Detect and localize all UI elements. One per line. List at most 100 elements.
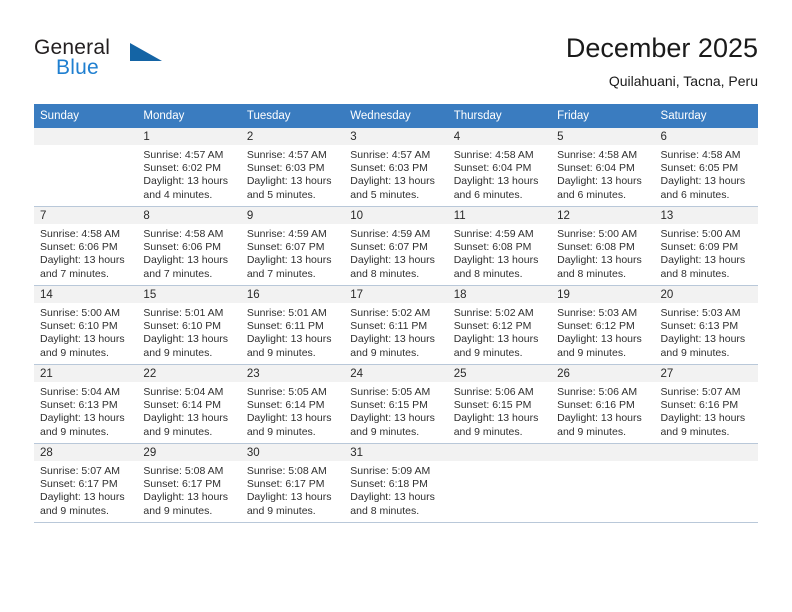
day-cell[interactable]: 1 Sunrise: 4:57 AM Sunset: 6:02 PM Dayli… — [137, 128, 241, 207]
day-number — [447, 444, 552, 461]
day-cell[interactable]: 31 Sunrise: 5:09 AM Sunset: 6:18 PM Dayl… — [344, 443, 448, 523]
day-number: 18 — [447, 286, 552, 303]
sunrise-text: Sunrise: 5:00 AM — [660, 228, 741, 240]
daylight-text-line1: Daylight: 13 hours — [246, 333, 332, 346]
daylight-text-line2: and 6 minutes. — [453, 188, 523, 201]
sunrise-text: Sunrise: 4:58 AM — [40, 228, 120, 240]
day-cell[interactable]: 23 Sunrise: 5:05 AM Sunset: 6:14 PM Dayl… — [240, 364, 345, 444]
day-cell[interactable]: 6 Sunrise: 4:58 AM Sunset: 6:05 PM Dayli… — [654, 128, 758, 207]
day-cell[interactable]: 15 Sunrise: 5:01 AM Sunset: 6:10 PM Dayl… — [137, 285, 241, 365]
day-cell[interactable]: 25 Sunrise: 5:06 AM Sunset: 6:15 PM Dayl… — [447, 364, 552, 444]
daylight-text-line1: Daylight: 13 hours — [40, 412, 125, 425]
daylight-text-line2: and 9 minutes. — [143, 346, 213, 359]
day-cell[interactable]: 11 Sunrise: 4:59 AM Sunset: 6:08 PM Dayl… — [447, 206, 552, 286]
weekday-header-tuesday: Tuesday — [240, 104, 345, 128]
day-cell — [447, 443, 552, 523]
sunrise-text: Sunrise: 4:57 AM — [350, 149, 431, 161]
daylight-text-line1: Daylight: 13 hours — [40, 254, 125, 267]
sunset-text: Sunset: 6:11 PM — [350, 320, 428, 333]
sunrise-text: Sunrise: 5:04 AM — [143, 386, 224, 398]
sunset-text: Sunset: 6:05 PM — [660, 162, 739, 175]
sunrise-text: Sunrise: 5:01 AM — [143, 307, 224, 319]
daylight-text-line1: Daylight: 13 hours — [40, 333, 125, 346]
day-cell[interactable]: 7 Sunrise: 4:58 AM Sunset: 6:06 PM Dayli… — [34, 206, 138, 286]
day-cell[interactable]: 16 Sunrise: 5:01 AM Sunset: 6:11 PM Dayl… — [240, 285, 345, 365]
day-cell[interactable]: 18 Sunrise: 5:02 AM Sunset: 6:12 PM Dayl… — [447, 285, 552, 365]
day-cell[interactable]: 20 Sunrise: 5:03 AM Sunset: 6:13 PM Dayl… — [654, 285, 758, 365]
day-cell[interactable]: 8 Sunrise: 4:58 AM Sunset: 6:06 PM Dayli… — [137, 206, 241, 286]
day-cell[interactable]: 5 Sunrise: 4:58 AM Sunset: 6:04 PM Dayli… — [551, 128, 655, 207]
day-cell[interactable]: 27 Sunrise: 5:07 AM Sunset: 6:16 PM Dayl… — [654, 364, 758, 444]
daylight-text-line2: and 7 minutes. — [143, 267, 213, 280]
day-number: 2 — [240, 128, 345, 145]
daylight-text-line2: and 9 minutes. — [143, 504, 213, 517]
sunset-text: Sunset: 6:07 PM — [350, 241, 428, 254]
day-details: Sunrise: 4:58 AM Sunset: 6:04 PM Dayligh… — [448, 145, 551, 202]
daylight-text-line2: and 8 minutes. — [350, 504, 420, 517]
sunrise-text: Sunrise: 4:59 AM — [453, 228, 534, 240]
day-details: Sunrise: 5:05 AM Sunset: 6:15 PM Dayligh… — [344, 382, 447, 439]
daylight-text-line2: and 9 minutes. — [453, 346, 523, 359]
calendar-week-row: 21 Sunrise: 5:04 AM Sunset: 6:13 PM Dayl… — [34, 364, 758, 444]
daylight-text-line1: Daylight: 13 hours — [660, 254, 746, 267]
day-cell[interactable]: 21 Sunrise: 5:04 AM Sunset: 6:13 PM Dayl… — [34, 364, 138, 444]
daylight-text-line2: and 9 minutes. — [246, 346, 316, 359]
sunrise-text: Sunrise: 4:57 AM — [246, 149, 327, 161]
calendar-week-row: 7 Sunrise: 4:58 AM Sunset: 6:06 PM Dayli… — [34, 206, 758, 286]
day-cell[interactable]: 13 Sunrise: 5:00 AM Sunset: 6:09 PM Dayl… — [654, 206, 758, 286]
day-cell[interactable]: 26 Sunrise: 5:06 AM Sunset: 6:16 PM Dayl… — [551, 364, 655, 444]
sunrise-text: Sunrise: 4:57 AM — [143, 149, 224, 161]
day-number: 4 — [447, 128, 552, 145]
day-details: Sunrise: 5:00 AM Sunset: 6:08 PM Dayligh… — [551, 224, 654, 281]
day-cell[interactable]: 3 Sunrise: 4:57 AM Sunset: 6:03 PM Dayli… — [344, 128, 448, 207]
day-cell[interactable]: 30 Sunrise: 5:08 AM Sunset: 6:17 PM Dayl… — [240, 443, 345, 523]
day-details: Sunrise: 5:00 AM Sunset: 6:10 PM Dayligh… — [34, 303, 137, 360]
sunset-text: Sunset: 6:09 PM — [660, 241, 739, 254]
calendar-week-row: 14 Sunrise: 5:00 AM Sunset: 6:10 PM Dayl… — [34, 285, 758, 365]
day-cell[interactable]: 12 Sunrise: 5:00 AM Sunset: 6:08 PM Dayl… — [551, 206, 655, 286]
sunset-text: Sunset: 6:16 PM — [660, 399, 739, 412]
day-cell[interactable]: 24 Sunrise: 5:05 AM Sunset: 6:15 PM Dayl… — [344, 364, 448, 444]
day-number — [34, 128, 138, 145]
daylight-text-line2: and 4 minutes. — [143, 188, 213, 201]
calendar-week-row: 1 Sunrise: 4:57 AM Sunset: 6:02 PM Dayli… — [34, 128, 758, 207]
day-details: Sunrise: 5:04 AM Sunset: 6:13 PM Dayligh… — [34, 382, 137, 439]
day-details: Sunrise: 5:01 AM Sunset: 6:11 PM Dayligh… — [241, 303, 344, 360]
daylight-text-line1: Daylight: 13 hours — [350, 254, 435, 267]
day-cell[interactable]: 9 Sunrise: 4:59 AM Sunset: 6:07 PM Dayli… — [240, 206, 345, 286]
sunset-text: Sunset: 6:12 PM — [453, 320, 532, 333]
sunset-text: Sunset: 6:03 PM — [246, 162, 325, 175]
day-cell[interactable]: 29 Sunrise: 5:08 AM Sunset: 6:17 PM Dayl… — [137, 443, 241, 523]
sunset-text: Sunset: 6:15 PM — [350, 399, 428, 412]
day-details: Sunrise: 5:06 AM Sunset: 6:15 PM Dayligh… — [448, 382, 551, 439]
daylight-text-line1: Daylight: 13 hours — [246, 491, 332, 504]
sunset-text: Sunset: 6:06 PM — [40, 241, 118, 254]
day-details: Sunrise: 4:58 AM Sunset: 6:05 PM Dayligh… — [655, 145, 758, 202]
day-details: Sunrise: 4:58 AM Sunset: 6:04 PM Dayligh… — [551, 145, 654, 202]
daylight-text-line1: Daylight: 13 hours — [557, 412, 642, 425]
calendar-header-row: Sunday Monday Tuesday Wednesday Thursday… — [34, 104, 758, 128]
day-cell[interactable]: 2 Sunrise: 4:57 AM Sunset: 6:03 PM Dayli… — [240, 128, 345, 207]
day-cell[interactable]: 17 Sunrise: 5:02 AM Sunset: 6:11 PM Dayl… — [344, 285, 448, 365]
day-details: Sunrise: 5:03 AM Sunset: 6:13 PM Dayligh… — [655, 303, 758, 360]
day-cell[interactable]: 14 Sunrise: 5:00 AM Sunset: 6:10 PM Dayl… — [34, 285, 138, 365]
day-cell[interactable]: 10 Sunrise: 4:59 AM Sunset: 6:07 PM Dayl… — [344, 206, 448, 286]
day-cell[interactable]: 22 Sunrise: 5:04 AM Sunset: 6:14 PM Dayl… — [137, 364, 241, 444]
weekday-header-monday: Monday — [137, 104, 241, 128]
daylight-text-line1: Daylight: 13 hours — [557, 175, 642, 188]
day-cell[interactable]: 19 Sunrise: 5:03 AM Sunset: 6:12 PM Dayl… — [551, 285, 655, 365]
day-details: Sunrise: 5:02 AM Sunset: 6:12 PM Dayligh… — [448, 303, 551, 360]
day-cell[interactable]: 28 Sunrise: 5:07 AM Sunset: 6:17 PM Dayl… — [34, 443, 138, 523]
day-details: Sunrise: 4:57 AM Sunset: 6:02 PM Dayligh… — [137, 145, 240, 202]
sunrise-text: Sunrise: 5:03 AM — [557, 307, 638, 319]
daylight-text-line1: Daylight: 13 hours — [350, 491, 435, 504]
day-number: 31 — [344, 444, 448, 461]
day-number: 16 — [240, 286, 345, 303]
daylight-text-line2: and 8 minutes. — [453, 267, 523, 280]
sunrise-text: Sunrise: 5:07 AM — [660, 386, 741, 398]
sunset-text: Sunset: 6:17 PM — [40, 478, 118, 491]
day-cell[interactable]: 4 Sunrise: 4:58 AM Sunset: 6:04 PM Dayli… — [447, 128, 552, 207]
general-blue-logo[interactable]: General Blue — [34, 36, 254, 88]
daylight-text-line1: Daylight: 13 hours — [246, 175, 332, 188]
daylight-text-line1: Daylight: 13 hours — [350, 175, 435, 188]
